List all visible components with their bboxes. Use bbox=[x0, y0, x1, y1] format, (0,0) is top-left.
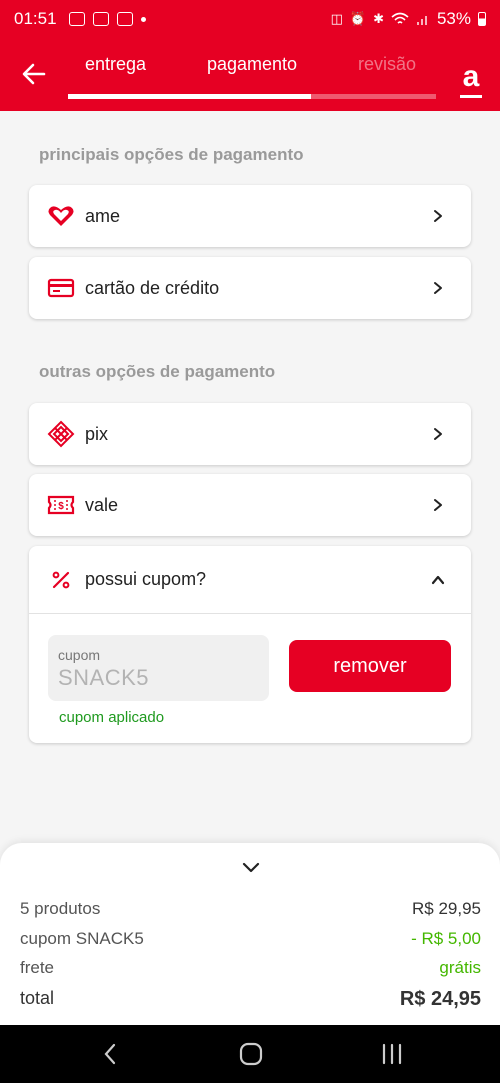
summary-value: grátis bbox=[439, 958, 481, 977]
total-label: total bbox=[20, 988, 55, 1008]
voucher-icon: $ bbox=[47, 491, 75, 519]
pix-icon bbox=[47, 420, 75, 448]
chevron-down-icon[interactable] bbox=[242, 861, 260, 873]
android-nav-bar bbox=[0, 1025, 500, 1083]
summary-value: R$ 29,95 bbox=[412, 899, 481, 918]
status-left: 01:51 bbox=[14, 9, 146, 29]
chevron-right-icon bbox=[434, 428, 442, 440]
payment-option-label: ame bbox=[85, 205, 121, 226]
summary-value: - R$ 5,00 bbox=[411, 929, 481, 948]
checkout-steps: entrega pagamento revisão bbox=[68, 38, 436, 111]
home-nav-icon[interactable] bbox=[239, 1042, 263, 1066]
brand-logo: a bbox=[460, 62, 482, 98]
summary-label: frete bbox=[20, 958, 55, 977]
percent-icon bbox=[47, 566, 75, 594]
coupon-panel: possui cupom? cupom SNACK5 remover cupom… bbox=[29, 546, 471, 743]
main-options-title: principais opções de pagamento bbox=[39, 145, 304, 164]
status-time: 01:51 bbox=[14, 9, 57, 28]
chevron-right-icon bbox=[434, 210, 442, 222]
battery-icon bbox=[478, 12, 486, 26]
heart-icon bbox=[47, 202, 75, 230]
tab-pagamento[interactable]: pagamento bbox=[207, 54, 297, 75]
summary-label: cupom SNACK5 bbox=[20, 929, 144, 948]
gallery-icon bbox=[68, 12, 85, 26]
payment-option-credit-card[interactable]: cartão de crédito bbox=[29, 257, 471, 319]
remove-coupon-button[interactable]: remover bbox=[289, 640, 451, 692]
payment-option-label: pix bbox=[85, 423, 109, 444]
inter-app-icon bbox=[116, 12, 133, 26]
battery-percent: 53% bbox=[436, 9, 471, 28]
tab-entrega[interactable]: entrega bbox=[85, 54, 146, 75]
payment-option-vale[interactable]: $ vale bbox=[29, 474, 471, 536]
chevron-up-icon bbox=[431, 575, 445, 584]
chevron-right-icon bbox=[434, 499, 442, 511]
summary-row-products: 5 produtos R$ 29,95 bbox=[20, 899, 481, 919]
payment-option-pix[interactable]: pix bbox=[29, 403, 471, 465]
payment-option-label: vale bbox=[85, 494, 119, 515]
status-bar: 01:51 ◫ ⏰ ✱ 53% bbox=[0, 0, 500, 38]
signal-icon bbox=[416, 16, 427, 25]
back-arrow-icon[interactable] bbox=[20, 60, 48, 88]
svg-text:$: $ bbox=[58, 501, 64, 512]
tab-revisao[interactable]: revisão bbox=[358, 54, 416, 75]
steps-progress-fill bbox=[68, 94, 311, 99]
app-icon bbox=[92, 12, 109, 26]
order-summary: 5 produtos R$ 29,95 cupom SNACK5 - R$ 5,… bbox=[0, 843, 500, 1025]
alarm-icon: ⏰ bbox=[349, 11, 367, 26]
nfc-icon: ◫ bbox=[330, 11, 343, 26]
steps-progress-track bbox=[68, 94, 436, 99]
chevron-right-icon bbox=[434, 282, 442, 294]
status-right: ◫ ⏰ ✱ 53% bbox=[331, 9, 486, 29]
coupon-status: cupom aplicado bbox=[59, 709, 165, 726]
summary-row-coupon: cupom SNACK5 - R$ 5,00 bbox=[20, 929, 481, 949]
other-options-title: outras opções de pagamento bbox=[39, 362, 276, 381]
wifi-icon bbox=[391, 12, 409, 24]
coupon-field-label: cupom bbox=[58, 647, 101, 663]
payment-option-label: cartão de crédito bbox=[85, 277, 220, 298]
recents-nav-icon[interactable] bbox=[381, 1042, 403, 1066]
coupon-body: cupom SNACK5 remover cupom aplicado bbox=[29, 614, 471, 743]
summary-label: 5 produtos bbox=[20, 899, 101, 918]
summary-row-shipping: frete grátis bbox=[20, 958, 481, 978]
coupon-field[interactable]: cupom SNACK5 bbox=[48, 635, 269, 701]
back-nav-icon[interactable] bbox=[102, 1042, 118, 1066]
bluetooth-icon: ✱ bbox=[373, 11, 384, 26]
credit-card-icon bbox=[47, 274, 75, 302]
checkout-header: entrega pagamento revisão a bbox=[0, 38, 500, 111]
coupon-field-value: SNACK5 bbox=[58, 665, 150, 690]
summary-row-total: total R$ 24,95 bbox=[20, 988, 481, 1011]
coupon-toggle[interactable]: possui cupom? bbox=[29, 546, 471, 614]
notification-dot bbox=[140, 16, 146, 22]
total-value: R$ 24,95 bbox=[399, 988, 481, 1010]
payment-option-ame[interactable]: ame bbox=[29, 185, 471, 247]
coupon-title: possui cupom? bbox=[85, 569, 207, 589]
